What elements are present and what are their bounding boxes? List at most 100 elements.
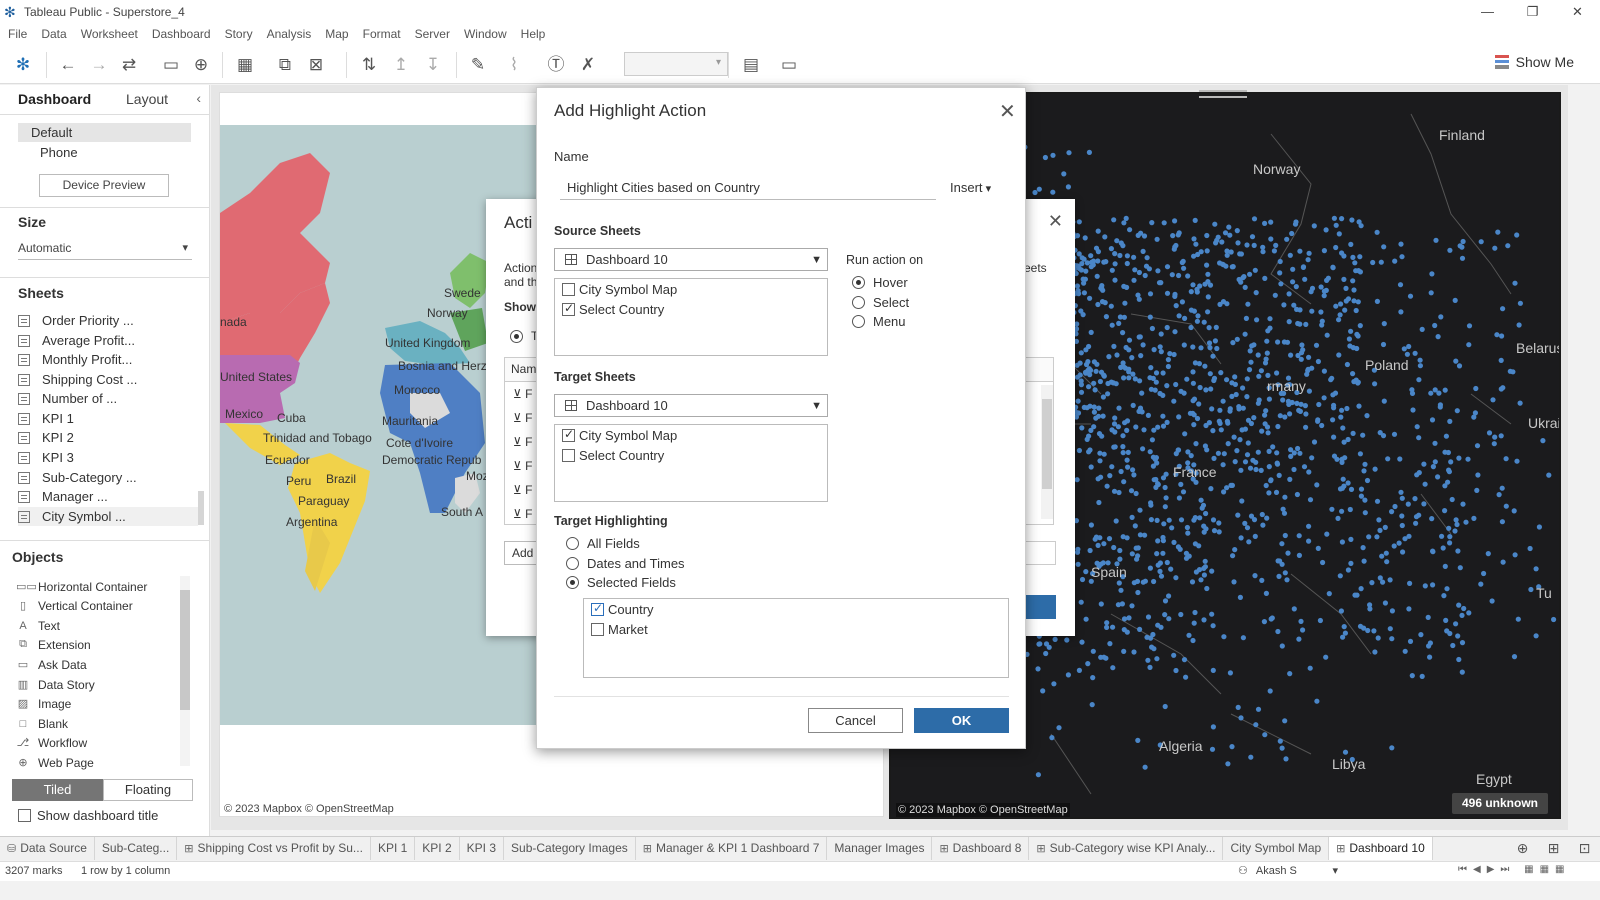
- city-point[interactable]: [1228, 482, 1234, 488]
- city-point[interactable]: [1126, 337, 1133, 343]
- city-point[interactable]: [1035, 666, 1041, 672]
- city-point[interactable]: [1375, 635, 1381, 641]
- city-point[interactable]: [1412, 496, 1418, 502]
- city-point[interactable]: [1342, 307, 1348, 313]
- city-point[interactable]: [1315, 358, 1321, 365]
- city-point[interactable]: [1514, 458, 1520, 464]
- city-point[interactable]: [1194, 318, 1200, 324]
- city-point[interactable]: [1179, 259, 1185, 266]
- city-point[interactable]: [1275, 558, 1281, 564]
- city-point[interactable]: [1377, 527, 1383, 533]
- city-point[interactable]: [1306, 523, 1312, 529]
- city-point[interactable]: [1204, 447, 1210, 453]
- city-point[interactable]: [1074, 374, 1080, 380]
- city-point[interactable]: [1430, 582, 1436, 588]
- city-point[interactable]: [1517, 400, 1523, 406]
- city-point[interactable]: [1296, 533, 1302, 539]
- device-default[interactable]: Default: [18, 123, 191, 142]
- city-point[interactable]: [1191, 422, 1197, 428]
- city-point[interactable]: [1380, 433, 1387, 439]
- city-point[interactable]: [1254, 317, 1260, 323]
- city-point[interactable]: [1401, 346, 1407, 352]
- city-point[interactable]: [1342, 630, 1348, 636]
- city-point[interactable]: [1142, 578, 1148, 584]
- city-point[interactable]: [1151, 427, 1157, 433]
- city-point[interactable]: [1305, 368, 1311, 374]
- city-point[interactable]: [1314, 698, 1320, 704]
- city-point[interactable]: [1498, 433, 1504, 439]
- new-dashboard-icon[interactable]: ⊞: [1538, 837, 1569, 860]
- city-point[interactable]: [1037, 641, 1043, 647]
- city-point[interactable]: [1274, 460, 1280, 466]
- city-point[interactable]: [1114, 238, 1120, 244]
- city-point[interactable]: [1306, 538, 1312, 544]
- city-point[interactable]: [1275, 339, 1281, 345]
- city-point[interactable]: [1043, 650, 1049, 657]
- city-point[interactable]: [1266, 448, 1272, 454]
- city-point[interactable]: [1111, 444, 1117, 450]
- city-point[interactable]: [1285, 550, 1291, 556]
- city-point[interactable]: [1319, 318, 1325, 324]
- city-point[interactable]: [1449, 496, 1455, 503]
- city-point[interactable]: [1244, 376, 1250, 382]
- city-point[interactable]: [1463, 519, 1469, 525]
- city-point[interactable]: [1095, 249, 1101, 255]
- city-point[interactable]: [1277, 270, 1283, 276]
- city-point[interactable]: [1180, 489, 1187, 495]
- city-point[interactable]: [1142, 272, 1148, 279]
- city-point[interactable]: [1090, 648, 1096, 654]
- city-point[interactable]: [1276, 573, 1282, 579]
- city-point[interactable]: [1345, 567, 1351, 573]
- city-point[interactable]: [1245, 417, 1252, 423]
- city-point[interactable]: [1225, 761, 1231, 767]
- unknown-locations-badge[interactable]: 496 unknown: [1452, 793, 1548, 814]
- city-point[interactable]: [1306, 354, 1312, 360]
- city-point[interactable]: [1372, 381, 1378, 387]
- city-point[interactable]: [1294, 306, 1300, 312]
- city-point[interactable]: [1429, 271, 1435, 277]
- city-point[interactable]: [1222, 230, 1229, 236]
- city-point[interactable]: [1244, 242, 1250, 248]
- city-point[interactable]: [1357, 451, 1363, 457]
- city-point[interactable]: [1427, 640, 1433, 646]
- city-point[interactable]: [1186, 553, 1192, 559]
- city-point[interactable]: [1474, 487, 1480, 493]
- city-point[interactable]: [1149, 644, 1155, 650]
- tableau-home-icon[interactable]: ✻: [12, 54, 34, 76]
- city-point[interactable]: [1336, 352, 1342, 358]
- city-point[interactable]: [1191, 236, 1197, 242]
- city-point[interactable]: [1410, 407, 1416, 413]
- city-point[interactable]: [1211, 455, 1217, 461]
- city-point[interactable]: [1236, 406, 1242, 412]
- city-point[interactable]: [1377, 575, 1383, 581]
- city-point[interactable]: [1466, 323, 1473, 329]
- city-point[interactable]: [1084, 436, 1090, 442]
- city-point[interactable]: [1453, 517, 1459, 523]
- city-point[interactable]: [1339, 407, 1345, 413]
- city-point[interactable]: [1274, 370, 1280, 376]
- city-point[interactable]: [1229, 744, 1235, 750]
- city-point[interactable]: [1124, 457, 1130, 463]
- city-point[interactable]: [1236, 276, 1242, 283]
- city-point[interactable]: [1456, 455, 1462, 461]
- city-point[interactable]: [1158, 349, 1164, 355]
- size-dropdown[interactable]: Automatic: [18, 238, 192, 260]
- city-point[interactable]: [1376, 517, 1382, 523]
- city-point[interactable]: [1287, 252, 1293, 258]
- city-point[interactable]: [1125, 464, 1131, 470]
- city-point[interactable]: [1131, 472, 1137, 478]
- city-point[interactable]: [1355, 333, 1361, 339]
- city-point[interactable]: [1213, 324, 1219, 330]
- city-point[interactable]: [1499, 519, 1505, 525]
- city-point[interactable]: [1357, 323, 1363, 329]
- city-point[interactable]: [1109, 322, 1115, 328]
- city-point[interactable]: [1466, 610, 1472, 616]
- city-point[interactable]: [1160, 413, 1166, 419]
- city-point[interactable]: [1255, 352, 1261, 358]
- city-point[interactable]: [1164, 290, 1171, 296]
- city-point[interactable]: [1130, 402, 1136, 408]
- city-point[interactable]: [1076, 667, 1082, 674]
- city-point[interactable]: [1052, 636, 1058, 643]
- city-point[interactable]: [1275, 423, 1281, 430]
- city-point[interactable]: [1147, 664, 1153, 671]
